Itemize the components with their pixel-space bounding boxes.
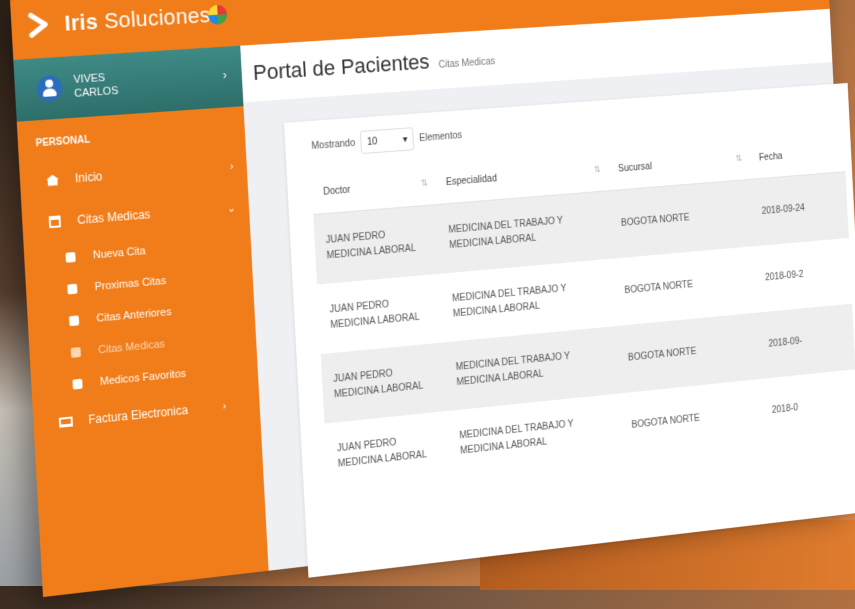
list-icon: [71, 347, 81, 358]
avatar: [36, 75, 63, 103]
page-subtitle: Citas Medicas: [438, 56, 495, 70]
sort-icon: ⇅: [735, 154, 742, 165]
sort-icon: ⇅: [421, 178, 428, 189]
brand-name-prefix: Iris: [64, 9, 99, 36]
app-screen: Iris Soluciones VIVES CARLOS › PERSONAL …: [10, 0, 855, 597]
column-header-label: Fecha: [759, 151, 783, 163]
sidebar-submenu: Nueva Cita Proximas Citas Citas Anterior…: [24, 227, 259, 405]
page-length-control: Mostrando 10 ▾ Elementos: [311, 124, 463, 158]
sidebar-subitem-label: Proximas Citas: [94, 275, 166, 293]
page-size-value: 10: [367, 136, 378, 147]
user-name-line2: CARLOS: [74, 84, 119, 101]
sidebar-item-label: Factura Electronica: [88, 403, 188, 427]
sidebar-subitem-label: Nueva Cita: [93, 245, 146, 261]
sidebar-subitem-label: Citas Medicas: [98, 338, 165, 356]
brand[interactable]: Iris Soluciones: [25, 1, 228, 39]
brand-name: Iris Soluciones: [64, 1, 228, 36]
chevron-right-icon: ›: [222, 68, 227, 82]
user-name: VIVES CARLOS: [73, 70, 118, 101]
appointments-table: Doctor ⇅ Especialidad ⇅ Sucursal ⇅ Fecha JU…: [311, 131, 855, 493]
chevron-right-icon: ›: [222, 400, 226, 412]
cell-doctor: JUAN PEDRO MEDICINA LABORAL: [321, 342, 447, 423]
home-icon: [45, 174, 59, 187]
brand-logo-icon: [25, 12, 52, 39]
sidebar: VIVES CARLOS › PERSONAL Inicio › Citas M…: [13, 46, 268, 597]
cell-doctor: JUAN PEDRO MEDICINA LABORAL: [313, 205, 440, 284]
cell-fecha: 2018-09-24: [750, 172, 849, 246]
calendar-icon: [48, 215, 62, 228]
user-icon: [72, 379, 82, 390]
cell-fecha: 2018-09-: [757, 303, 855, 378]
chevron-down-icon: ▾: [403, 134, 408, 145]
calendar-plus-icon: [65, 252, 75, 263]
brand-name-suffix: Soluciones: [97, 2, 211, 33]
column-header-label: Sucursal: [618, 161, 652, 174]
sidebar-item-label: Inicio: [75, 169, 103, 185]
cell-sucursal: BOGOTA NORTE: [619, 379, 763, 461]
sidebar-subitem-label: Citas Anteriores: [96, 306, 172, 324]
sidebar-subitem-label: Medicos Favoritos: [100, 368, 187, 388]
calendar-check-icon: [69, 315, 79, 326]
sidebar-item-label: Citas Medicas: [77, 207, 151, 227]
appointments-panel: Mostrando 10 ▾ Elementos Doctor ⇅ Especia…: [284, 83, 855, 578]
calendar-list-icon: [67, 284, 77, 295]
sort-icon: ⇅: [594, 165, 601, 176]
cell-fecha: 2018-09-2: [753, 237, 852, 312]
cell-doctor: JUAN PEDRO MEDICINA LABORAL: [317, 273, 444, 353]
cell-doctor: JUAN PEDRO MEDICINA LABORAL: [324, 411, 450, 493]
showing-label: Mostrando: [311, 138, 355, 152]
brand-color-icon: [208, 4, 228, 25]
cell-sucursal: BOGOTA NORTE: [609, 179, 753, 258]
laptop-icon: [59, 415, 73, 428]
page-size-select[interactable]: 10 ▾: [360, 127, 414, 154]
column-header-fecha[interactable]: Fecha: [748, 131, 846, 179]
chevron-right-icon: ›: [230, 161, 234, 173]
cell-fecha: 2018-0: [760, 369, 855, 445]
page-title: Portal de Pacientes: [252, 49, 430, 86]
column-header-label: Especialidad: [446, 173, 498, 187]
main-content: Portal de Pacientes Citas Medicas Mostra…: [240, 9, 855, 571]
elements-label: Elementos: [419, 130, 462, 144]
column-header-label: Doctor: [323, 184, 351, 197]
sidebar-nav: Inicio › Citas Medicas ⌄ Nueva Cita Prox…: [19, 145, 261, 446]
chevron-down-icon: ⌄: [227, 201, 236, 214]
